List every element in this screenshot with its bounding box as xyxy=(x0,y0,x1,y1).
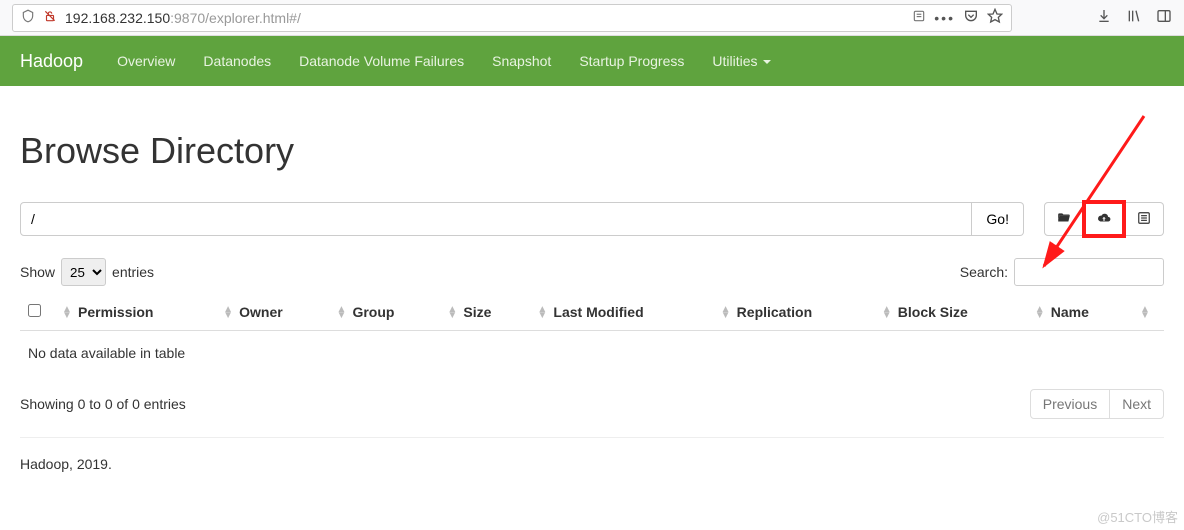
go-button[interactable]: Go! xyxy=(972,202,1024,236)
page-container: Browse Directory Go! xyxy=(0,86,1184,482)
page-size-select[interactable]: 25 xyxy=(61,258,106,286)
nav-startup-progress[interactable]: Startup Progress xyxy=(579,53,684,69)
upload-cloud-icon xyxy=(1096,211,1112,228)
datatable-controls: Show 25 entries Search: xyxy=(20,258,1164,286)
prev-page[interactable]: Previous xyxy=(1030,389,1110,419)
col-name[interactable]: Name xyxy=(1027,294,1132,331)
browser-address-bar: 192.168.232.150:9870/explorer.html#/ ••• xyxy=(0,0,1184,36)
col-block-size[interactable]: Block Size xyxy=(874,294,1027,331)
shield-icon xyxy=(21,9,35,26)
col-group[interactable]: Group xyxy=(328,294,439,331)
sort-icon xyxy=(721,307,733,319)
folder-open-icon xyxy=(1056,211,1072,228)
file-table: Permission Owner Group Size Last Modifie… xyxy=(20,294,1164,375)
search-label: Search: xyxy=(960,264,1008,280)
next-page[interactable]: Next xyxy=(1110,389,1164,419)
open-folder-button[interactable] xyxy=(1044,202,1084,236)
entries-label: entries xyxy=(112,264,154,280)
search-control: Search: xyxy=(960,258,1164,286)
nav-snapshot[interactable]: Snapshot xyxy=(492,53,551,69)
watermark: @51CTO博客 xyxy=(1097,507,1178,526)
sidebar-icon[interactable] xyxy=(1156,8,1172,27)
browser-right-icons xyxy=(1096,8,1172,27)
toolbar-buttons xyxy=(1044,202,1164,236)
reader-icon[interactable] xyxy=(912,9,926,26)
sort-icon xyxy=(336,307,348,319)
url-rest: :9870/explorer.html#/ xyxy=(170,10,301,26)
table-info: Showing 0 to 0 of 0 entries xyxy=(20,396,186,412)
sort-icon xyxy=(882,307,894,319)
url-box[interactable]: 192.168.232.150:9870/explorer.html#/ ••• xyxy=(12,4,1012,32)
url-host: 192.168.232.150 xyxy=(65,10,170,26)
footer-text: Hadoop, 2019. xyxy=(20,456,1164,472)
ellipsis-icon[interactable]: ••• xyxy=(934,10,955,26)
select-all-checkbox[interactable] xyxy=(28,304,41,317)
nav-overview[interactable]: Overview xyxy=(117,53,175,69)
col-last-modified[interactable]: Last Modified xyxy=(529,294,712,331)
col-size[interactable]: Size xyxy=(439,294,529,331)
page-title: Browse Directory xyxy=(20,130,1164,172)
path-row: Go! xyxy=(20,202,1164,236)
sort-icon xyxy=(223,307,235,319)
sort-icon xyxy=(537,307,549,319)
length-control: Show 25 entries xyxy=(20,258,154,286)
path-input[interactable] xyxy=(20,202,972,236)
col-actions xyxy=(1132,294,1164,331)
download-icon[interactable] xyxy=(1096,8,1112,27)
pocket-icon[interactable] xyxy=(963,8,979,27)
brand[interactable]: Hadoop xyxy=(20,51,83,72)
nav-utilities[interactable]: Utilities xyxy=(712,53,770,69)
table-footer: Showing 0 to 0 of 0 entries Previous Nex… xyxy=(20,389,1164,438)
sort-icon xyxy=(1140,307,1152,319)
list-icon xyxy=(1137,211,1151,228)
pagination: Previous Next xyxy=(1030,389,1164,419)
library-icon[interactable] xyxy=(1126,8,1142,27)
star-icon[interactable] xyxy=(987,8,1003,27)
table-header-row: Permission Owner Group Size Last Modifie… xyxy=(20,294,1164,331)
upload-button[interactable] xyxy=(1084,202,1124,236)
list-view-button[interactable] xyxy=(1124,202,1164,236)
col-permission[interactable]: Permission xyxy=(54,294,215,331)
main-nav: Hadoop Overview Datanodes Datanode Volum… xyxy=(0,36,1184,86)
lock-slash-icon xyxy=(43,9,57,26)
path-input-group: Go! xyxy=(20,202,1024,236)
nav-volume-failures[interactable]: Datanode Volume Failures xyxy=(299,53,464,69)
show-label: Show xyxy=(20,264,55,280)
sort-icon xyxy=(447,307,459,319)
sort-icon xyxy=(1035,307,1047,319)
col-owner[interactable]: Owner xyxy=(215,294,328,331)
empty-message: No data available in table xyxy=(20,331,1164,376)
url-text: 192.168.232.150:9870/explorer.html#/ xyxy=(65,10,904,26)
sort-icon xyxy=(62,307,74,319)
nav-datanodes[interactable]: Datanodes xyxy=(203,53,271,69)
col-replication[interactable]: Replication xyxy=(713,294,874,331)
search-input[interactable] xyxy=(1014,258,1164,286)
empty-row: No data available in table xyxy=(20,331,1164,376)
